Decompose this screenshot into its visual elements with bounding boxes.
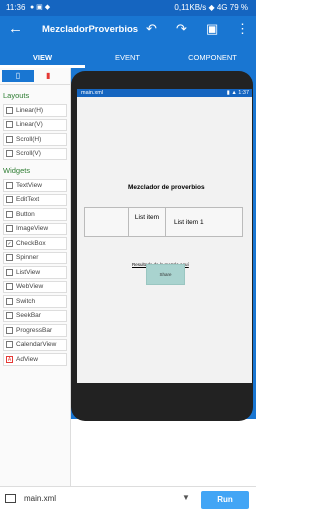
bottom-bar: main.xml ▼ Run bbox=[0, 486, 256, 513]
more-vertical-icon[interactable]: ⋮ bbox=[236, 21, 249, 37]
palette-item-adview[interactable]: A AdView bbox=[3, 353, 67, 366]
palette-tabs: ▯ ▮ bbox=[0, 68, 70, 85]
preview-title-text[interactable]: Mezclador de proverbios bbox=[128, 184, 205, 191]
preview-listview[interactable]: List item List item 1 bbox=[84, 207, 243, 237]
tab-event[interactable]: EVENT bbox=[85, 53, 170, 62]
palette-item-textview[interactable]: TextView bbox=[3, 179, 67, 192]
preview-status-bar: main.xml ▮ ▲ 1:37 bbox=[77, 89, 252, 97]
scroll-vertical-icon bbox=[6, 150, 13, 158]
palette-item-progressbar[interactable]: ProgressBar bbox=[3, 324, 67, 337]
notification-icons: ● ▣ ◆ bbox=[30, 4, 51, 11]
image-icon bbox=[6, 225, 13, 233]
redo-icon[interactable]: ↷ bbox=[176, 21, 187, 37]
palette-item-edittext[interactable]: EditText bbox=[3, 193, 67, 206]
widgets-heading: Widgets bbox=[3, 166, 31, 175]
palette-item-imageview[interactable]: ImageView bbox=[3, 222, 67, 235]
tab-view[interactable]: VIEW bbox=[0, 53, 85, 62]
app-bar: ← MezcladorProverbios ↶ ↷ ▣ ⋮ bbox=[0, 16, 256, 43]
palette-item-switch[interactable]: Switch bbox=[3, 295, 67, 308]
project-title: MezcladorProverbios bbox=[42, 24, 139, 35]
palette-item-listview[interactable]: ListView bbox=[3, 266, 67, 279]
linear-horizontal-icon bbox=[6, 106, 13, 114]
list-item-left[interactable]: List item bbox=[128, 208, 166, 236]
palette-item-seekbar[interactable]: SeekBar bbox=[3, 309, 67, 322]
widget-palette: ▯ ▮ Layouts Linear(H) Linear(V) Scroll(H… bbox=[0, 68, 71, 486]
arrow-left-icon[interactable]: ← bbox=[8, 20, 23, 38]
preview-share-button[interactable]: Share bbox=[146, 264, 185, 285]
button-icon bbox=[6, 210, 13, 218]
palette-item-button[interactable]: Button bbox=[3, 208, 67, 221]
status-bar: 11:36 ● ▣ ◆ 0,11KB/s ◆ 4G 79 % bbox=[0, 0, 256, 16]
spinner-icon bbox=[6, 254, 13, 262]
preview-screen[interactable] bbox=[77, 97, 252, 383]
linear-vertical-icon bbox=[6, 121, 13, 129]
palette-item-calendarview[interactable]: CalendarView bbox=[3, 338, 67, 351]
network-status: 0,11KB/s ◆ 4G 79 % bbox=[174, 3, 248, 12]
palette-item-linear-h[interactable]: Linear(H) bbox=[3, 104, 67, 117]
chevron-down-icon[interactable]: ▼ bbox=[182, 493, 190, 502]
clock: 11:36 bbox=[6, 3, 26, 12]
edittext-icon bbox=[6, 196, 13, 204]
calendar-icon bbox=[6, 341, 13, 349]
run-button[interactable]: Run bbox=[201, 491, 249, 509]
adview-icon: A bbox=[6, 355, 13, 363]
save-icon[interactable]: ▣ bbox=[206, 21, 218, 37]
palette-item-spinner[interactable]: Spinner bbox=[3, 251, 67, 264]
tab-component[interactable]: COMPONENT bbox=[170, 53, 255, 62]
webview-icon bbox=[6, 283, 13, 291]
checkbox-icon: ✓ bbox=[6, 239, 13, 247]
progressbar-icon bbox=[6, 326, 13, 334]
preview-file-name: main.xml bbox=[81, 90, 104, 96]
palette-item-scroll-h[interactable]: Scroll(H) bbox=[3, 133, 67, 146]
layouts-heading: Layouts bbox=[3, 91, 30, 100]
palette-item-webview[interactable]: WebView bbox=[3, 280, 67, 293]
palette-item-linear-v[interactable]: Linear(V) bbox=[3, 118, 67, 131]
preview-status: ▮ ▲ 1:37 bbox=[226, 90, 249, 96]
phone-icon[interactable]: ▯ bbox=[2, 70, 34, 82]
file-selector[interactable]: main.xml bbox=[24, 494, 56, 503]
file-icon bbox=[5, 494, 16, 503]
scroll-horizontal-icon bbox=[6, 135, 13, 143]
seekbar-icon bbox=[6, 312, 13, 320]
switch-icon bbox=[6, 297, 13, 305]
undo-icon[interactable]: ↶ bbox=[146, 21, 157, 37]
list-item-right[interactable]: List item 1 bbox=[174, 219, 204, 226]
palette-item-checkbox[interactable]: ✓ CheckBox bbox=[3, 237, 67, 250]
trash-icon[interactable]: ▮ bbox=[46, 70, 50, 82]
palette-item-scroll-v[interactable]: Scroll(V) bbox=[3, 147, 67, 160]
listview-icon bbox=[6, 268, 13, 276]
textview-icon bbox=[6, 181, 13, 189]
